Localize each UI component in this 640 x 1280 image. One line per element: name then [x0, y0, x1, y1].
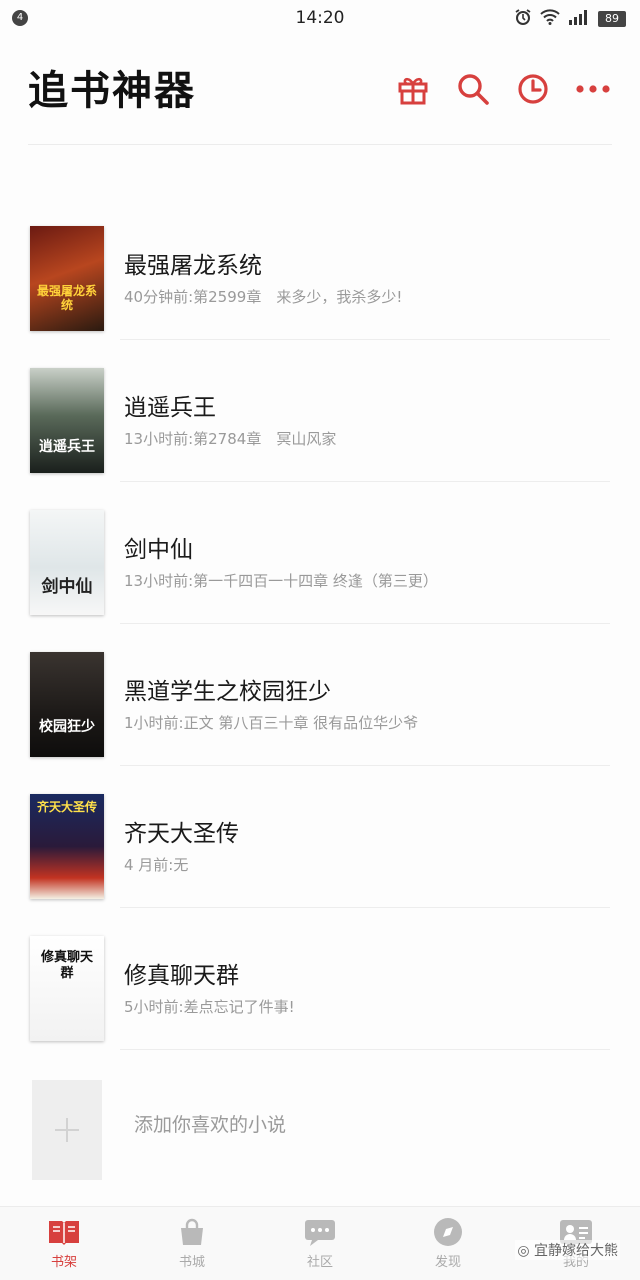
book-title: 最强屠龙系统 [124, 253, 262, 279]
book-update: 13小时前:第一千四百一十四章 终逢（第三更） [124, 572, 438, 590]
discover-icon [431, 1217, 465, 1247]
divider [120, 623, 610, 624]
gift-button[interactable] [394, 70, 432, 108]
book-update: 5小时前:差点忘记了件事! [124, 998, 295, 1016]
wechat-icon: ◎ [517, 1243, 530, 1259]
book-cover[interactable]: 剑中仙 [30, 510, 104, 615]
book-cover[interactable]: 修真聊天群 [30, 936, 104, 1041]
tab-label: 书城 [178, 1255, 205, 1270]
bookshelf-list: 最强屠龙系统 最强屠龙系统 40分钟前:第2599章 来多少，我杀多少! 逍遥兵… [0, 220, 640, 1072]
alarm-icon [514, 8, 532, 30]
book-title: 黑道学生之校园狂少 [124, 679, 331, 705]
book-title: 修真聊天群 [124, 963, 239, 989]
status-bar: 4 14:20 89 [0, 0, 640, 36]
book-title: 逍遥兵王 [124, 395, 216, 421]
divider [120, 339, 610, 340]
watermark: ◎ 宜静嫁给大熊 [515, 1240, 620, 1260]
book-cover[interactable]: 逍遥兵王 [30, 368, 104, 473]
tab-community[interactable]: 社区 [256, 1207, 384, 1280]
battery-indicator: 89 [598, 11, 626, 27]
book-update: 1小时前:正文 第八百三十章 很有品位华少爷 [124, 714, 419, 732]
book-cover-text: 逍遥兵王 [39, 439, 95, 455]
store-icon [175, 1217, 209, 1247]
book-cover-text: 修真聊天群 [40, 950, 93, 981]
book-item[interactable]: 修真聊天群 修真聊天群 5小时前:差点忘记了件事! [0, 930, 640, 1072]
book-item[interactable]: 剑中仙 剑中仙 13小时前:第一千四百一十四章 终逢（第三更） [0, 504, 640, 646]
book-cover[interactable]: 齐天大圣传 [30, 794, 104, 899]
search-button[interactable] [454, 70, 492, 108]
search-icon [458, 74, 489, 105]
book-update: 13小时前:第2784章 冥山风家 [124, 430, 337, 448]
tab-discover[interactable]: 发现 [384, 1207, 512, 1280]
community-icon [303, 1217, 337, 1247]
signal-icon [568, 9, 590, 29]
divider [120, 765, 610, 766]
tab-store[interactable]: 书城 [128, 1207, 256, 1280]
book-cover[interactable]: 校园狂少 [30, 652, 104, 757]
divider [120, 907, 610, 908]
status-icons: 89 [514, 8, 626, 30]
plus-icon [55, 1118, 79, 1142]
add-book-button[interactable] [32, 1080, 102, 1180]
book-item[interactable]: 校园狂少 黑道学生之校园狂少 1小时前:正文 第八百三十章 很有品位华少爷 [0, 646, 640, 788]
book-cover[interactable]: 最强屠龙系统 [30, 226, 104, 331]
more-button[interactable] [574, 70, 612, 108]
book-title: 剑中仙 [124, 537, 193, 563]
tab-label: 书架 [50, 1255, 77, 1270]
tab-label: 社区 [306, 1255, 333, 1270]
book-cover-text: 校园狂少 [39, 719, 95, 735]
book-item[interactable]: 逍遥兵王 逍遥兵王 13小时前:第2784章 冥山风家 [0, 362, 640, 504]
divider [120, 481, 610, 482]
history-icon [518, 74, 548, 104]
add-book-item[interactable]: 添加你喜欢的小说 [0, 1080, 640, 1180]
bookshelf-icon [47, 1217, 81, 1247]
add-book-label: 添加你喜欢的小说 [134, 1114, 287, 1136]
book-cover-text: 齐天大圣传 [36, 800, 97, 814]
book-title: 齐天大圣传 [124, 821, 239, 847]
wifi-icon [540, 9, 560, 29]
book-item[interactable]: 最强屠龙系统 最强屠龙系统 40分钟前:第2599章 来多少，我杀多少! [0, 220, 640, 362]
book-cover-text: 最强屠龙系统 [36, 284, 97, 312]
book-item[interactable]: 齐天大圣传 齐天大圣传 4 月前:无 [0, 788, 640, 930]
book-update: 40分钟前:第2599章 来多少，我杀多少! [124, 288, 403, 306]
divider [120, 1049, 610, 1050]
tab-label: 发现 [434, 1255, 461, 1270]
book-update: 4 月前:无 [124, 856, 189, 874]
history-button[interactable] [514, 70, 552, 108]
app-header: 追书神器 [0, 56, 640, 126]
gift-icon [398, 77, 428, 105]
book-cover-text: 剑中仙 [41, 577, 93, 597]
app-title: 追书神器 [28, 68, 196, 114]
header-divider [28, 144, 612, 145]
more-icon [576, 85, 610, 93]
header-actions [394, 70, 612, 108]
tab-bookshelf[interactable]: 书架 [0, 1207, 128, 1280]
watermark-text: 宜静嫁给大熊 [534, 1243, 618, 1259]
